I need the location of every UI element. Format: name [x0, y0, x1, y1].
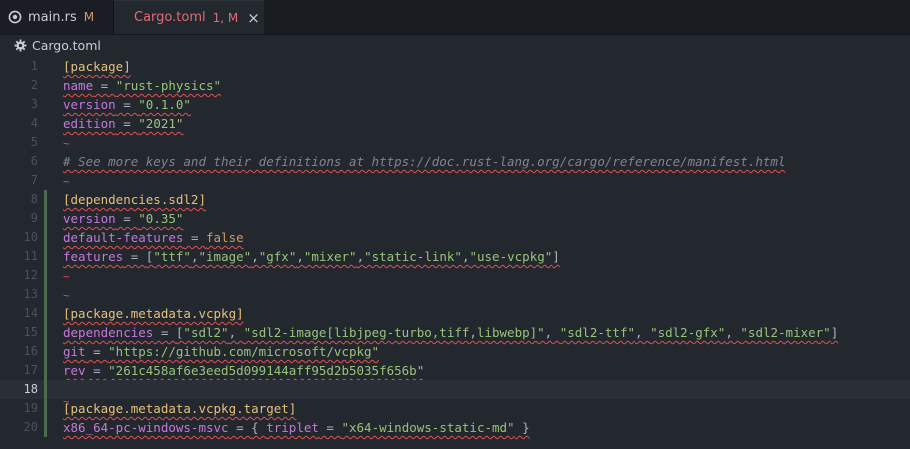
git-change-marker[interactable]: [44, 418, 47, 437]
line-number: 11: [23, 249, 38, 263]
line-content: default-features = false: [63, 230, 244, 245]
line-number: 10: [23, 230, 38, 244]
code-line-2[interactable]: 2 name = "rust-physics": [0, 76, 910, 95]
tab-status: M: [83, 10, 95, 24]
line-content: x86_64-pc-windows-msvc = { triplet = "x6…: [63, 420, 530, 435]
line-number: 13: [23, 287, 38, 301]
git-change-marker[interactable]: [44, 380, 47, 399]
tab-filename: Cargo.toml: [134, 10, 206, 25]
breadcrumb-file[interactable]: Cargo.toml: [32, 38, 101, 53]
line-content: [package]: [63, 59, 131, 74]
line-content: ~: [63, 133, 70, 153]
tab-status: 1, M: [212, 10, 239, 25]
line-number: 18: [23, 382, 38, 396]
error-marker: ~: [63, 175, 70, 188]
git-change-marker[interactable]: [44, 190, 47, 209]
line-content: # See more keys and their definitions at…: [63, 154, 786, 169]
code-line-16[interactable]: 16 git = "https://github.com/microsoft/v…: [0, 342, 910, 361]
code-line-10[interactable]: 10 default-features = false: [0, 228, 910, 247]
git-change-marker[interactable]: [44, 247, 47, 266]
code-line-12[interactable]: 12 ~: [0, 266, 910, 285]
line-content: name = "rust-physics": [63, 78, 222, 93]
code-line-8[interactable]: 8 [dependencies.sdl2]: [0, 190, 910, 209]
rust-icon: [8, 10, 22, 24]
code-line-17[interactable]: 17 rev = "261c458af6e3eed5d099144aff95d2…: [0, 361, 910, 380]
tab-cargo-toml[interactable]: Cargo.toml 1, M ×: [114, 0, 264, 34]
breadcrumb: Cargo.toml: [0, 35, 910, 55]
line-content: features = ["ttf","image","gfx","mixer",…: [63, 249, 560, 264]
code-line-5[interactable]: 5 ~: [0, 133, 910, 152]
code-line-9[interactable]: 9 version = "0.35": [0, 209, 910, 228]
code-line-19[interactable]: 19 ~ [package.metadata.vcpkg.target]: [0, 395, 910, 418]
line-number: 19: [23, 401, 38, 415]
git-change-marker[interactable]: [44, 209, 47, 228]
line-content: edition = "2021": [63, 116, 184, 131]
code-line-14[interactable]: 14 [package.metadata.vcpkg]: [0, 304, 910, 323]
line-number: 7: [30, 173, 38, 187]
line-content: ~: [63, 285, 70, 305]
code-line-13[interactable]: 13 ~: [0, 285, 910, 304]
git-change-marker[interactable]: [44, 361, 47, 380]
line-content: ~: [63, 266, 70, 286]
line-number: 15: [23, 325, 38, 339]
code-line-3[interactable]: 3 version = "0.1.0": [0, 95, 910, 114]
code-line-1[interactable]: 1 [package]: [0, 57, 910, 76]
line-content: [dependencies.sdl2]: [63, 192, 206, 207]
error-marker: ~: [63, 137, 70, 150]
tab-filename: main.rs: [28, 9, 77, 25]
line-number: 12: [23, 268, 38, 282]
line-number: 1: [30, 59, 38, 73]
code-line-7[interactable]: 7 ~: [0, 171, 910, 190]
line-number: 4: [30, 116, 38, 130]
line-number: 8: [30, 192, 38, 206]
error-marker: ~: [63, 270, 70, 283]
line-content: [package.metadata.vcpkg]: [63, 306, 244, 321]
tab-bar: main.rs M Cargo.toml 1, M ×: [0, 0, 910, 35]
line-number: 9: [30, 211, 38, 225]
line-number: 14: [23, 306, 38, 320]
line-content: version = "0.1.0": [63, 97, 191, 112]
line-number: 16: [23, 344, 38, 358]
tab-main-rs[interactable]: main.rs M: [0, 0, 114, 34]
line-number: 3: [30, 97, 38, 111]
line-content: git = "https://github.com/microsoft/vcpk…: [63, 344, 380, 359]
git-change-marker[interactable]: [44, 323, 47, 342]
line-content: dependencies = ["sdl2", "sdl2-image[libj…: [63, 325, 839, 340]
line-content: ~: [63, 171, 70, 191]
git-change-marker[interactable]: [44, 266, 47, 285]
code-line-4[interactable]: 4 edition = "2021": [0, 114, 910, 133]
code-line-6[interactable]: 6 # See more keys and their definitions …: [0, 152, 910, 171]
close-icon[interactable]: ×: [247, 10, 260, 25]
line-number: 17: [23, 363, 38, 377]
git-change-marker[interactable]: [44, 399, 47, 418]
line-content: rev = "261c458af6e3eed5d099144aff95d2b50…: [63, 363, 425, 378]
error-marker: ~: [63, 289, 70, 302]
code-editor[interactable]: 1 [package] 2 name = "rust-physics" 3 ve…: [0, 55, 910, 449]
git-change-marker[interactable]: [44, 285, 47, 304]
code-line-20[interactable]: 20 x86_64-pc-windows-msvc = { triplet = …: [0, 418, 910, 437]
code-line-15[interactable]: 15 dependencies = ["sdl2", "sdl2-image[l…: [0, 323, 910, 342]
code-line-18[interactable]: 18: [0, 380, 910, 399]
gear-icon: [14, 39, 27, 51]
code-line-11[interactable]: 11 features = ["ttf","image","gfx","mixe…: [0, 247, 910, 266]
line-number: 5: [30, 135, 38, 149]
git-change-marker[interactable]: [44, 342, 47, 361]
git-change-marker[interactable]: [44, 228, 47, 247]
line-content: [package.metadata.vcpkg.target]: [63, 401, 297, 416]
line-number: 20: [23, 420, 38, 434]
line-content: version = "0.35": [63, 211, 184, 226]
git-change-marker[interactable]: [44, 304, 47, 323]
line-number: 2: [30, 78, 38, 92]
line-number: 6: [30, 154, 38, 168]
